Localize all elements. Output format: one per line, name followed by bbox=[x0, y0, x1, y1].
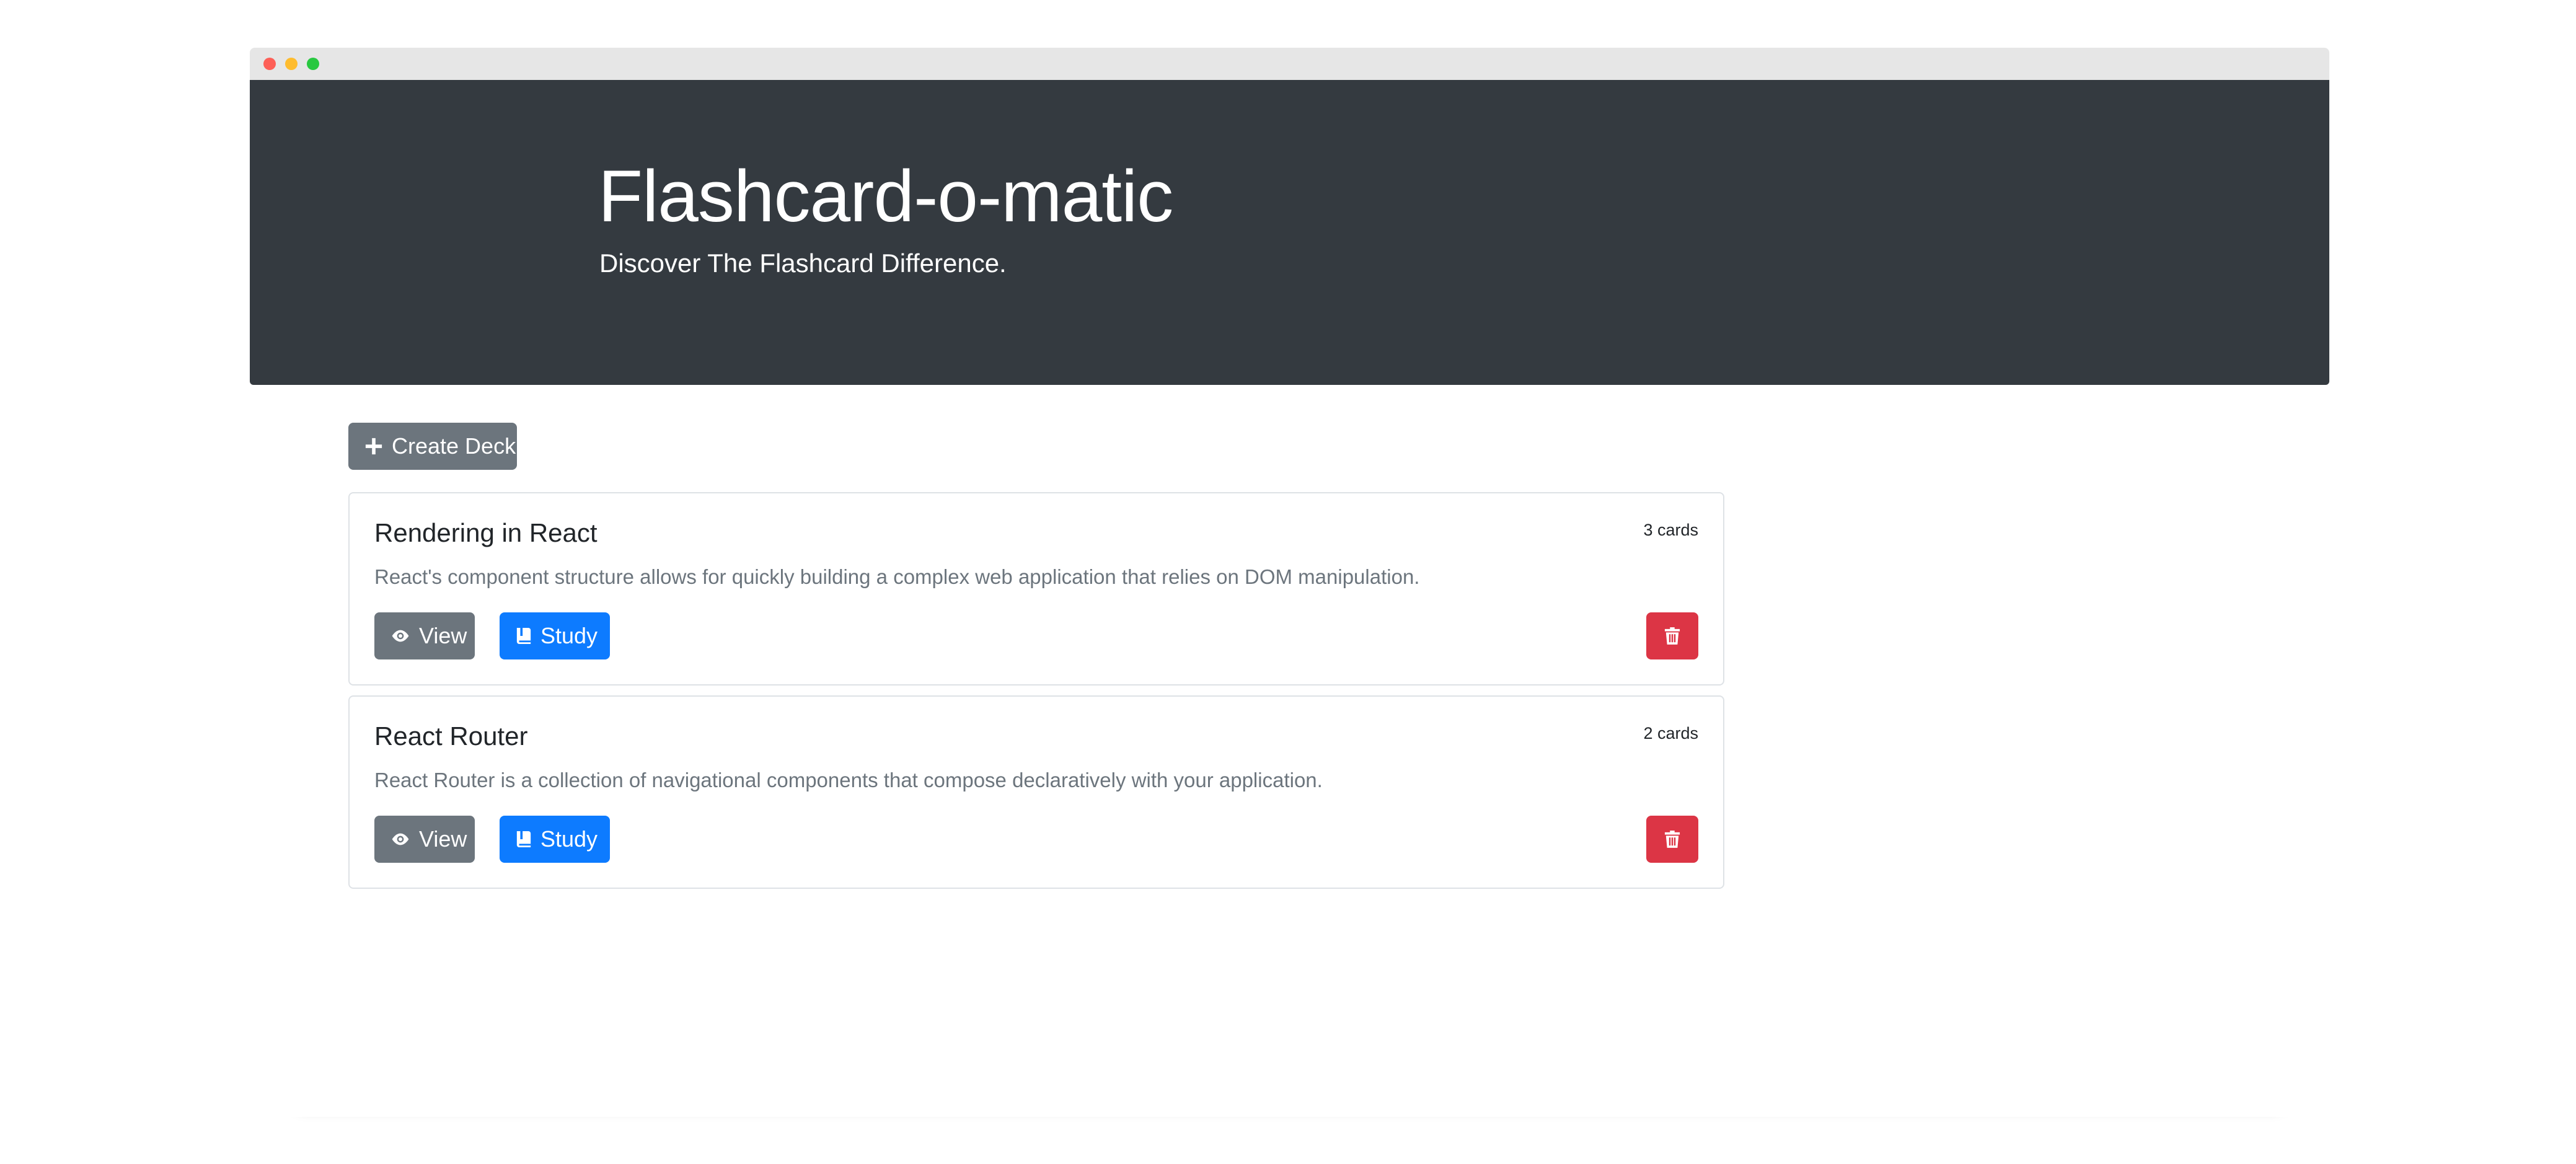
deck-description: React's component structure allows for q… bbox=[374, 565, 1420, 588]
window-titlebar bbox=[250, 48, 2329, 80]
header-jumbotron: Flashcard-o-matic Discover The Flashcard… bbox=[250, 80, 2329, 385]
create-deck-button[interactable]: Create Deck bbox=[348, 423, 517, 470]
view-deck-button[interactable]: View bbox=[374, 612, 475, 659]
create-deck-label: Create Deck bbox=[392, 433, 516, 459]
deck-name: React Router bbox=[374, 721, 528, 751]
plus-icon bbox=[364, 437, 383, 456]
trash-icon bbox=[1664, 830, 1680, 849]
study-deck-button[interactable]: Study bbox=[500, 816, 610, 863]
study-label: Study bbox=[540, 623, 598, 648]
page-title: Flashcard-o-matic bbox=[598, 156, 1173, 237]
deck-card: React Router 2 cards React Router is a c… bbox=[348, 695, 1724, 889]
eye-icon bbox=[390, 629, 410, 643]
delete-deck-button[interactable] bbox=[1646, 816, 1698, 863]
deck-card-count: 3 cards bbox=[1643, 521, 1698, 539]
view-label: View bbox=[419, 623, 467, 648]
study-deck-button[interactable]: Study bbox=[500, 612, 610, 659]
book-icon bbox=[516, 627, 532, 645]
view-label: View bbox=[419, 826, 467, 852]
trash-icon bbox=[1664, 627, 1680, 645]
view-deck-button[interactable]: View bbox=[374, 816, 475, 863]
deck-card: Rendering in React 3 cards React's compo… bbox=[348, 492, 1724, 686]
study-label: Study bbox=[540, 826, 598, 852]
minimize-window-button[interactable] bbox=[285, 58, 298, 70]
delete-deck-button[interactable] bbox=[1646, 612, 1698, 659]
close-window-button[interactable] bbox=[263, 58, 276, 70]
deck-name: Rendering in React bbox=[374, 518, 598, 547]
deck-card-count: 2 cards bbox=[1643, 724, 1698, 743]
deck-description: React Router is a collection of navigati… bbox=[374, 769, 1323, 791]
book-icon bbox=[516, 830, 532, 849]
eye-icon bbox=[390, 832, 410, 846]
zoom-window-button[interactable] bbox=[307, 58, 319, 70]
page-subtitle: Discover The Flashcard Difference. bbox=[599, 249, 1007, 278]
